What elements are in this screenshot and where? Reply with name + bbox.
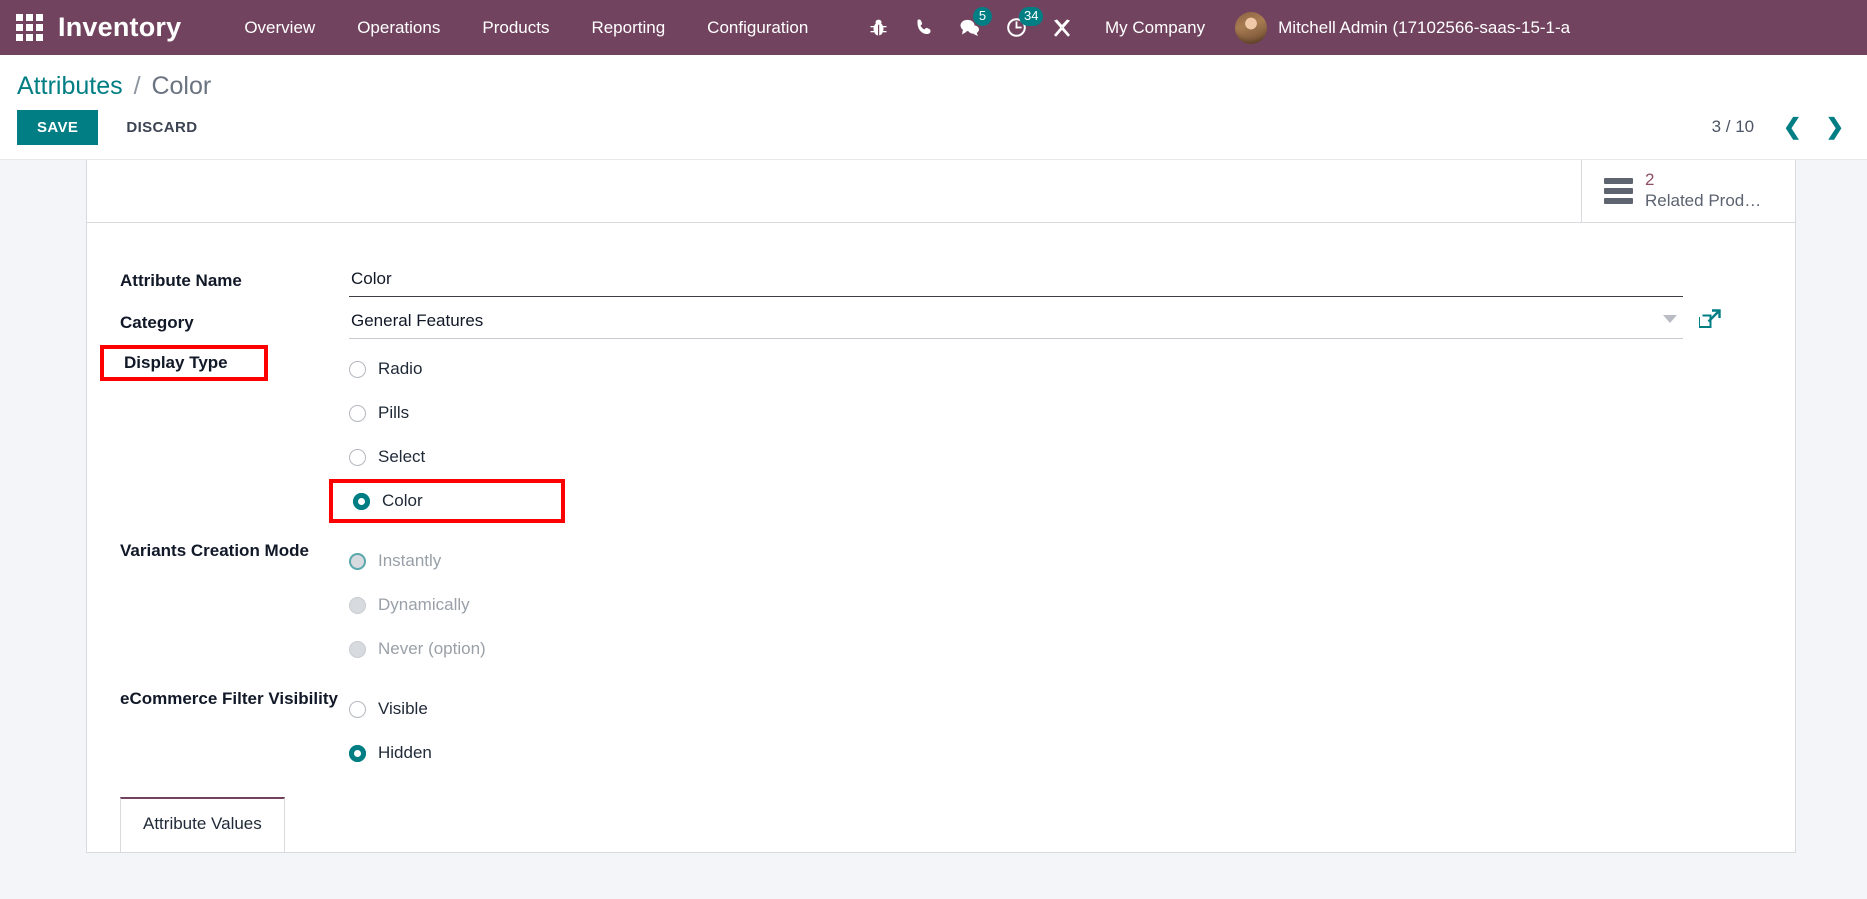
menu-reporting[interactable]: Reporting bbox=[570, 0, 686, 55]
radio-button-selected-disabled bbox=[349, 552, 366, 570]
user-menu[interactable]: Mitchell Admin (17102566-saas-15-1-a bbox=[1225, 11, 1571, 44]
ecommerce-option-hidden[interactable]: Hidden bbox=[349, 731, 1683, 775]
app-brand-inventory[interactable]: Inventory bbox=[58, 12, 181, 43]
field-ecommerce-filter-visibility: eCommerce Filter Visibility Visible Hidd… bbox=[87, 685, 1795, 775]
related-products-label: Related Prod… bbox=[1645, 191, 1762, 210]
chevron-left-icon[interactable]: ❮ bbox=[1774, 116, 1810, 138]
chevron-right-icon[interactable]: ❯ bbox=[1817, 116, 1853, 138]
chevron-down-icon[interactable] bbox=[1663, 315, 1677, 323]
smart-button-box: 2 Related Prod… bbox=[87, 160, 1795, 223]
display-type-label: Display Type bbox=[100, 345, 268, 381]
field-display-type: Display Type Radio Pills Select Color bbox=[87, 345, 1795, 523]
control-panel-buttons: SAVE DISCARD 3 / 10 ❮ ❯ bbox=[0, 107, 1867, 147]
bug-icon[interactable] bbox=[855, 0, 901, 55]
radio-button-disabled bbox=[349, 596, 366, 614]
option-label: Hidden bbox=[378, 743, 432, 762]
breadcrumb-current: Color bbox=[151, 72, 212, 100]
display-type-option-radio[interactable]: Radio bbox=[349, 347, 1683, 391]
option-label: Pills bbox=[378, 403, 410, 422]
variants-option-dynamically: Dynamically bbox=[349, 583, 1683, 627]
option-label: Visible bbox=[378, 699, 428, 718]
field-variants-creation-mode: Variants Creation Mode Instantly Dynamic… bbox=[87, 537, 1795, 671]
tab-attribute-values[interactable]: Attribute Values bbox=[120, 797, 285, 852]
top-navbar: Inventory Overview Operations Products R… bbox=[0, 0, 1867, 55]
pager: 3 / 10 ❮ ❯ bbox=[1712, 107, 1853, 147]
variants-creation-mode-radio-group: Instantly Dynamically Never (option) bbox=[349, 537, 1683, 671]
option-label: Instantly bbox=[378, 551, 442, 570]
option-label: Select bbox=[378, 447, 426, 466]
attribute-name-input[interactable] bbox=[349, 267, 1683, 297]
attribute-name-label: Attribute Name bbox=[120, 271, 242, 290]
menu-operations[interactable]: Operations bbox=[336, 0, 461, 55]
related-products-count: 2 bbox=[1645, 170, 1655, 190]
pager-count: 3 / 10 bbox=[1711, 117, 1755, 136]
activities-clock-icon[interactable]: 34 bbox=[993, 0, 1044, 55]
apps-grid-icon[interactable] bbox=[14, 13, 44, 43]
display-type-radio-group: Radio Pills Select Color bbox=[329, 345, 1683, 523]
messages-badge: 5 bbox=[973, 7, 992, 26]
radio-button[interactable] bbox=[349, 448, 366, 466]
ecommerce-option-visible[interactable]: Visible bbox=[349, 687, 1683, 731]
variants-option-never: Never (option) bbox=[349, 627, 1683, 671]
navbar-right-group: 5 34 My Company Mitchell Admin (17102566… bbox=[855, 0, 1570, 55]
notebook-tabs: Attribute Values bbox=[120, 797, 285, 852]
list-bars-icon bbox=[1604, 178, 1633, 204]
radio-button-disabled bbox=[349, 640, 366, 658]
field-attribute-name: Attribute Name bbox=[87, 267, 1795, 297]
menu-configuration[interactable]: Configuration bbox=[686, 0, 829, 55]
discard-button[interactable]: DISCARD bbox=[114, 110, 209, 145]
save-button[interactable]: SAVE bbox=[17, 109, 99, 145]
company-switcher[interactable]: My Company bbox=[1085, 18, 1225, 38]
messages-icon[interactable]: 5 bbox=[947, 0, 993, 55]
category-input[interactable] bbox=[349, 309, 1683, 339]
radio-button[interactable] bbox=[349, 404, 366, 422]
avatar bbox=[1235, 11, 1268, 44]
option-label: Never (option) bbox=[378, 639, 486, 658]
menu-overview[interactable]: Overview bbox=[223, 0, 336, 55]
option-label: Radio bbox=[378, 359, 423, 378]
field-category: Category bbox=[87, 309, 1795, 339]
tools-icon[interactable] bbox=[1039, 0, 1085, 55]
form-sheet: 2 Related Prod… Attribute Name Category bbox=[86, 160, 1796, 853]
display-type-option-pills[interactable]: Pills bbox=[349, 391, 1683, 435]
control-panel: Attributes / Color SAVE DISCARD 3 / 10 ❮… bbox=[0, 55, 1867, 160]
radio-button[interactable] bbox=[349, 700, 366, 718]
display-type-option-color[interactable]: Color bbox=[329, 479, 565, 523]
option-label: Color bbox=[382, 491, 423, 510]
variants-creation-mode-label: Variants Creation Mode bbox=[120, 541, 309, 560]
radio-button-selected[interactable] bbox=[353, 492, 370, 510]
ecommerce-filter-visibility-label: eCommerce Filter Visibility bbox=[120, 689, 338, 708]
option-label: Dynamically bbox=[378, 595, 470, 614]
related-products-button[interactable]: 2 Related Prod… bbox=[1581, 160, 1795, 222]
radio-button[interactable] bbox=[349, 360, 366, 378]
breadcrumb-attributes[interactable]: Attributes bbox=[17, 72, 123, 100]
attribute-form: Attribute Name Category bbox=[87, 223, 1795, 775]
breadcrumb: Attributes / Color bbox=[0, 55, 1867, 107]
external-link-icon[interactable] bbox=[1698, 307, 1723, 336]
variants-option-instantly: Instantly bbox=[349, 539, 1683, 583]
display-type-option-select[interactable]: Select bbox=[349, 435, 1683, 479]
breadcrumb-separator: / bbox=[133, 72, 141, 100]
category-label: Category bbox=[120, 313, 194, 332]
sheet-background: 2 Related Prod… Attribute Name Category bbox=[0, 160, 1867, 853]
menu-products[interactable]: Products bbox=[461, 0, 570, 55]
phone-icon[interactable] bbox=[901, 0, 947, 55]
user-name: Mitchell Admin (17102566-saas-15-1-a bbox=[1278, 17, 1571, 37]
radio-button-selected[interactable] bbox=[349, 744, 366, 762]
ecommerce-radio-group: Visible Hidden bbox=[349, 685, 1683, 775]
